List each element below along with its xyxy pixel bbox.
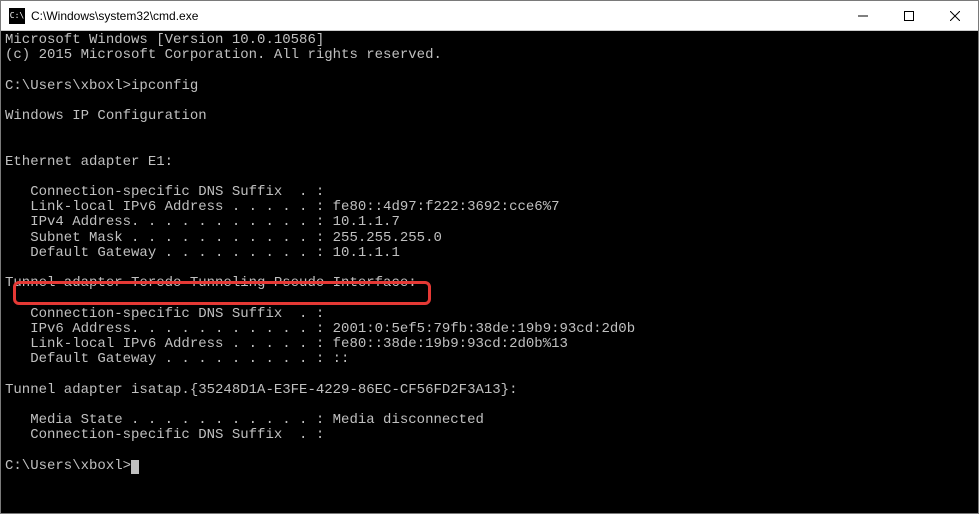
terminal-line: Connection-specific DNS Suffix . : (5, 306, 324, 322)
terminal-line-highlighted: Default Gateway . . . . . . . . . : 10.1… (5, 245, 400, 261)
terminal-command: ipconfig (131, 78, 198, 94)
terminal-line: Default Gateway . . . . . . . . . : :: (5, 351, 349, 367)
cmd-window: C:\ C:\Windows\system32\cmd.exe Microsof… (0, 0, 979, 514)
terminal-prompt: C:\Users\xboxl> (5, 78, 131, 94)
terminal-prompt: C:\Users\xboxl> (5, 458, 131, 474)
terminal-line: Link-local IPv6 Address . . . . . : fe80… (5, 336, 568, 352)
terminal-line: Microsoft Windows [Version 10.0.10586] (5, 32, 324, 48)
close-button[interactable] (932, 1, 978, 30)
terminal-line: Subnet Mask . . . . . . . . . . . : 255.… (5, 230, 442, 246)
minimize-button[interactable] (840, 1, 886, 30)
adapter-title: Tunnel adapter Teredo Tunneling Pseudo-I… (5, 275, 417, 291)
terminal-line: IPv4 Address. . . . . . . . . . . : 10.1… (5, 214, 400, 230)
adapter-title: Tunnel adapter isatap.{35248D1A-E3FE-422… (5, 382, 517, 398)
terminal-line: Connection-specific DNS Suffix . : (5, 427, 324, 443)
terminal-line: Media State . . . . . . . . . . . : Medi… (5, 412, 484, 428)
terminal-line: Link-local IPv6 Address . . . . . : fe80… (5, 199, 560, 215)
adapter-title: Ethernet adapter E1: (5, 154, 173, 170)
terminal-line: Connection-specific DNS Suffix . : (5, 184, 324, 200)
titlebar[interactable]: C:\ C:\Windows\system32\cmd.exe (1, 1, 978, 31)
maximize-button[interactable] (886, 1, 932, 30)
cursor-icon (131, 460, 139, 474)
terminal-line: (c) 2015 Microsoft Corporation. All righ… (5, 47, 442, 63)
terminal-area[interactable]: Microsoft Windows [Version 10.0.10586] (… (1, 31, 978, 513)
cmd-icon: C:\ (9, 8, 25, 24)
window-title: C:\Windows\system32\cmd.exe (31, 9, 840, 23)
terminal-line: IPv6 Address. . . . . . . . . . . : 2001… (5, 321, 635, 337)
window-controls (840, 1, 978, 30)
terminal-line: Windows IP Configuration (5, 108, 207, 124)
